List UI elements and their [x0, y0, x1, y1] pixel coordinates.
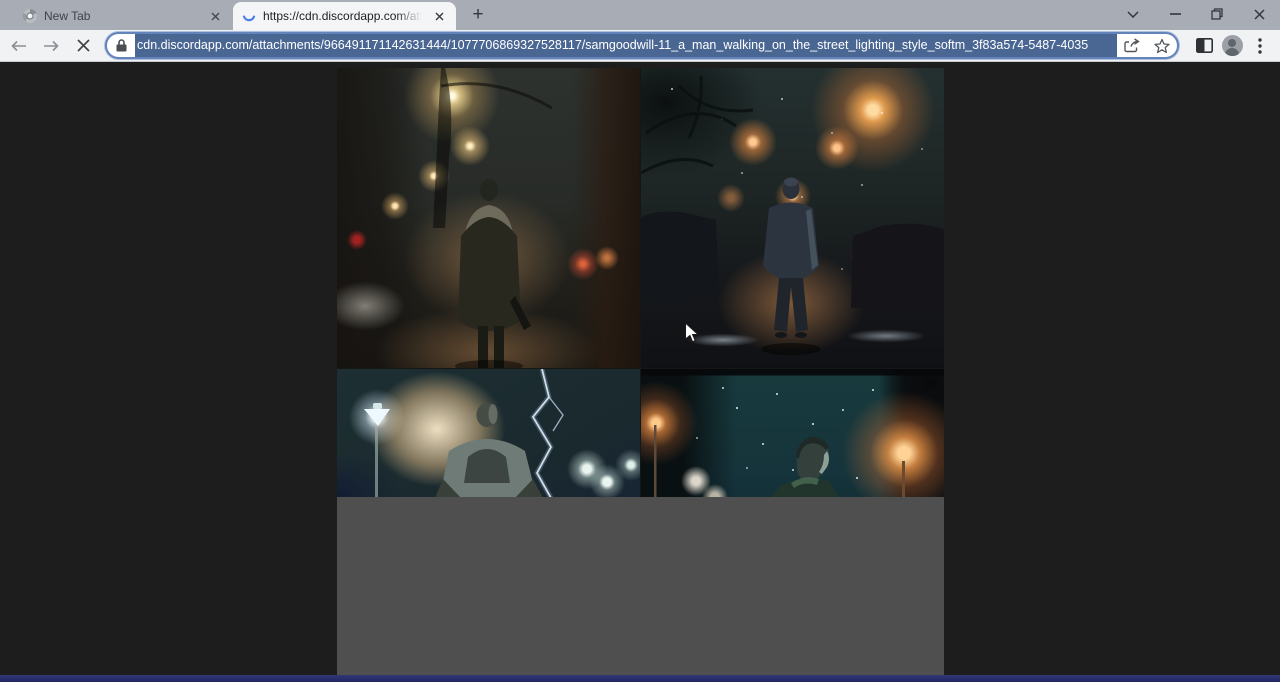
- image-quadrant-bottom-right: [641, 369, 944, 497]
- close-window-icon[interactable]: [1238, 0, 1280, 28]
- browser-toolbar: cdn.discordapp.com/attachments/966491171…: [0, 30, 1280, 62]
- forward-icon[interactable]: [38, 33, 64, 59]
- figure-hooded-lightning: [337, 369, 640, 497]
- windows-taskbar-sliver[interactable]: [0, 675, 1280, 682]
- chrome-favicon-icon: [22, 8, 38, 24]
- image-grid-loaded-portion: [337, 68, 944, 497]
- tab-title: New Tab: [44, 9, 201, 23]
- stop-loading-icon[interactable]: [70, 33, 96, 59]
- discord-attachment-image[interactable]: [337, 68, 944, 675]
- close-tab-icon[interactable]: [207, 8, 224, 25]
- image-quadrant-bottom-left: [337, 369, 640, 497]
- address-bar[interactable]: cdn.discordapp.com/attachments/966491171…: [105, 32, 1179, 59]
- share-icon[interactable]: [1117, 38, 1147, 53]
- minimize-icon[interactable]: [1154, 0, 1196, 28]
- page-viewport: [0, 63, 1280, 675]
- back-icon[interactable]: [6, 33, 32, 59]
- loading-spinner-icon: [241, 8, 257, 24]
- bookmark-star-icon[interactable]: [1147, 38, 1177, 54]
- tab-title: https://cdn.discordapp.com/atta: [263, 9, 425, 23]
- restore-icon[interactable]: [1196, 0, 1238, 28]
- lock-icon[interactable]: [107, 39, 135, 52]
- figure-man-rain: [337, 68, 640, 368]
- tab-search-chevron-icon[interactable]: [1112, 0, 1154, 28]
- side-panel-icon[interactable]: [1190, 33, 1218, 59]
- url-selected-text[interactable]: cdn.discordapp.com/attachments/966491171…: [135, 34, 1117, 57]
- close-tab-icon[interactable]: [431, 8, 448, 25]
- image-quadrant-top-left: [337, 68, 640, 368]
- tab-discord-cdn[interactable]: https://cdn.discordapp.com/atta: [233, 2, 456, 30]
- browser-tab-strip: New Tab https://cdn.discordapp.com/atta …: [0, 0, 1280, 30]
- tab-new-tab[interactable]: New Tab: [14, 2, 232, 30]
- figure-profile-man: [641, 369, 944, 497]
- window-controls: [1112, 0, 1280, 30]
- profile-avatar-icon[interactable]: [1218, 33, 1246, 59]
- kebab-menu-icon[interactable]: [1246, 33, 1274, 59]
- new-tab-button[interactable]: +: [464, 2, 492, 30]
- mouse-cursor: [684, 322, 699, 343]
